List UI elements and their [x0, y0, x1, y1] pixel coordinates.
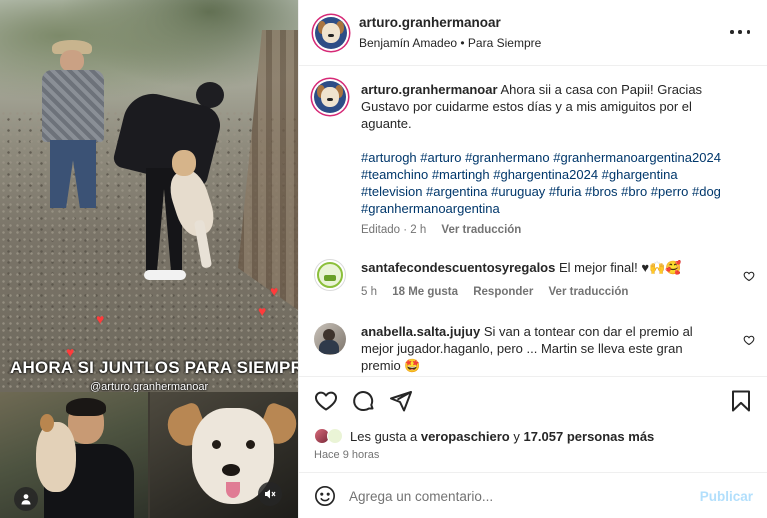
heart-outline-icon[interactable]	[743, 334, 755, 346]
author-avatar[interactable]	[315, 17, 347, 49]
comment-body: santafecondescuentosyregalos El mejor fi…	[361, 259, 721, 276]
heart-sticker: ♥	[270, 283, 279, 299]
avatar-dog-face	[321, 86, 339, 108]
post-detail-panel: arturo.granhermanoar Benjamín Amadeo • P…	[298, 0, 767, 518]
man-hair	[66, 398, 106, 416]
plaid-jacket	[42, 70, 104, 142]
comment-username[interactable]: anabella.salta.jujuy	[361, 324, 480, 339]
puppy-ear	[40, 414, 54, 432]
likes-text: Les gusta a veropaschiero y 17.057 perso…	[350, 429, 654, 444]
head	[60, 50, 84, 72]
dog-body	[164, 166, 220, 240]
reply-button[interactable]: Responder	[473, 286, 533, 298]
comment-body: anabella.salta.jujuy Si van a tontear co…	[361, 323, 721, 374]
comment-username[interactable]: santafecondescuentosyregalos	[361, 260, 555, 275]
more-options-icon[interactable]	[730, 22, 750, 42]
dog-eye	[246, 440, 255, 449]
comment-text: El mejor final! ♥🙌🥰	[558, 260, 682, 275]
heart-sticker: ♥	[66, 344, 75, 360]
avatar-dog-nose	[328, 33, 334, 38]
heart-sticker: ♥	[258, 303, 267, 319]
mute-button[interactable]	[258, 482, 282, 506]
post-media[interactable]: ♥ ♥ ♥ ♥ AHORA SI JUNTLOS PARA SIEMPRE ❤ …	[0, 0, 298, 518]
emoji-icon[interactable]	[314, 485, 338, 509]
save-bookmark-icon[interactable]	[729, 389, 753, 413]
dog-tongue	[226, 482, 240, 498]
caption-meta: Editado · 2 h Ver traducción	[361, 224, 533, 236]
post-time[interactable]: Hace 9 horas	[314, 449, 379, 461]
author-username[interactable]: arturo.granhermanoar	[359, 15, 501, 30]
logo-seal-icon	[317, 262, 343, 288]
share-send-icon[interactable]	[389, 389, 413, 413]
comment-likes-count[interactable]: 18 Me gusta	[392, 286, 458, 298]
post-actions: Les gusta a veropaschiero y 17.057 perso…	[299, 376, 767, 472]
comment-item: santafecondescuentosyregalos El mejor fi…	[314, 259, 755, 303]
commenter-avatar[interactable]	[314, 259, 346, 291]
likes-count[interactable]: 17.057 personas más	[523, 429, 654, 444]
comment-bubble-icon[interactable]	[352, 389, 376, 413]
dog-nose	[222, 464, 240, 476]
tagged-users-button[interactable]	[14, 487, 38, 511]
dog-head	[172, 150, 196, 176]
comment-meta: 5 h 18 Me gusta Responder Ver traducción	[361, 286, 640, 298]
liker-username[interactable]: veropaschiero	[421, 429, 510, 444]
audio-attribution[interactable]: Benjamín Amadeo • Para Siempre	[359, 36, 541, 50]
publish-button[interactable]: Publicar	[700, 489, 753, 504]
comments-scroll-area[interactable]: arturo.granhermanoar Ahora sii a casa co…	[299, 67, 767, 375]
media-overlay-caption: AHORA SI JUNTLOS PARA SIEMPRE ❤	[10, 358, 298, 378]
like-heart-icon[interactable]	[314, 389, 338, 413]
overlay-handle: @arturo.granhermanoar	[90, 381, 209, 392]
speaker-muted-icon	[264, 488, 276, 500]
comment-input[interactable]	[349, 484, 679, 508]
likes-connector: y	[513, 429, 520, 444]
comment-item: anabella.salta.jujuy Si van a tontear co…	[314, 323, 755, 375]
see-translation-link[interactable]: Ver traducción	[441, 224, 521, 236]
heart-sticker: ♥	[96, 311, 105, 327]
edited-time: Editado · 2 h	[361, 224, 427, 236]
post-header: arturo.granhermanoar Benjamín Amadeo • P…	[299, 0, 767, 66]
jumping-dog	[164, 150, 230, 270]
media-scene-photo: ♥ ♥ ♥ ♥ AHORA SI JUNTLOS PARA SIEMPRE ❤ …	[0, 0, 298, 392]
caption-body: arturo.granhermanoar Ahora sii a casa co…	[361, 81, 721, 217]
man-with-hat	[38, 40, 108, 215]
commenter-avatar[interactable]	[314, 323, 346, 355]
avatar-dog-face	[322, 22, 340, 44]
avatar-dog-nose	[327, 97, 333, 102]
caption-author-avatar[interactable]	[314, 81, 346, 113]
white-sneakers	[144, 270, 186, 280]
caption-hashtags[interactable]: #arturogh #arturo #granhermano #granherm…	[361, 149, 721, 217]
caption-username[interactable]: arturo.granhermanoar	[361, 82, 498, 97]
liker-avatar	[327, 428, 343, 444]
post-caption: arturo.granhermanoar Ahora sii a casa co…	[314, 81, 754, 241]
user-icon	[20, 493, 32, 505]
dog-eye	[212, 440, 221, 449]
heart-outline-icon[interactable]	[743, 270, 755, 282]
held-puppy	[36, 422, 76, 492]
jeans	[50, 140, 96, 208]
comment-composer: Publicar	[299, 472, 767, 518]
comment-time: 5 h	[361, 286, 377, 298]
likes-prefix: Les gusta a	[350, 429, 418, 444]
see-translation-link[interactable]: Ver traducción	[549, 286, 629, 298]
overlay-text: AHORA SI JUNTLOS PARA SIEMPRE	[10, 358, 298, 377]
